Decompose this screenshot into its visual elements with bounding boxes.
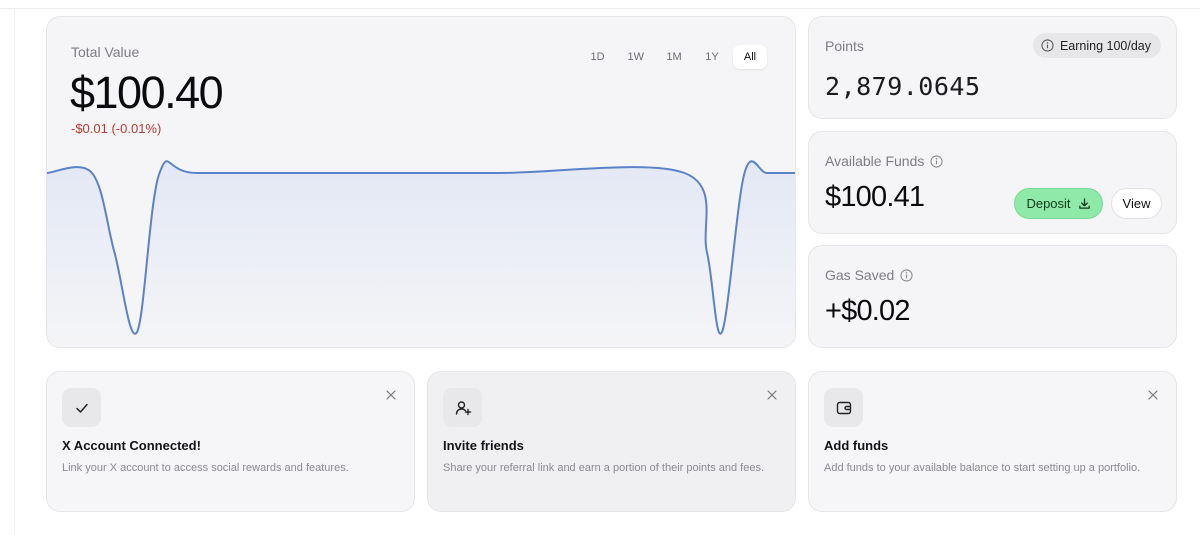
tile-description: Add funds to your available balance to s… <box>824 462 1141 474</box>
available-funds-value: $100.41 <box>825 181 925 213</box>
close-icon[interactable] <box>1146 388 1160 402</box>
tile-add-funds[interactable]: Add funds Add funds to your available ba… <box>808 371 1177 512</box>
left-divider <box>14 8 15 535</box>
tile-title: Add funds <box>824 438 889 453</box>
info-icon[interactable] <box>930 154 943 168</box>
available-funds-card: Available Funds $100.41 Deposit View <box>808 131 1177 234</box>
check-icon <box>62 388 101 427</box>
points-value: 2,879.0645 <box>825 72 981 101</box>
available-funds-header: Available Funds <box>825 153 943 169</box>
portfolio-chart <box>47 160 795 347</box>
close-icon[interactable] <box>765 388 779 402</box>
gas-saved-label: Gas Saved <box>825 267 895 283</box>
available-funds-label: Available Funds <box>825 153 925 169</box>
total-value-change: -$0.01 (-0.01%) <box>71 121 162 136</box>
points-card: Points Earning 100/day 2,879.0645 <box>808 16 1177 119</box>
deposit-button[interactable]: Deposit <box>1014 188 1103 219</box>
gas-saved-card: Gas Saved +$0.02 <box>808 245 1177 348</box>
chart-area-fill <box>47 161 795 347</box>
tile-invite-friends[interactable]: Invite friends Share your referral link … <box>427 371 796 512</box>
info-icon[interactable] <box>900 268 913 282</box>
total-value-amount: $100.40 <box>70 67 224 118</box>
range-tab-1m[interactable]: 1M <box>657 45 691 69</box>
total-value-card: Total Value $100.40 -$0.01 (-0.01%) 1D 1… <box>46 16 796 348</box>
earning-rate-badge: Earning 100/day <box>1032 33 1161 58</box>
time-range-tabs: 1D 1W 1M 1Y All <box>581 45 767 69</box>
points-label: Points <box>825 38 864 54</box>
range-tab-1d[interactable]: 1D <box>581 45 615 69</box>
tile-title: X Account Connected! <box>62 438 201 453</box>
tile-title: Invite friends <box>443 438 524 453</box>
wallet-icon <box>824 388 863 427</box>
range-tab-all[interactable]: All <box>733 45 767 69</box>
user-plus-icon <box>443 388 482 427</box>
range-tab-1y[interactable]: 1Y <box>695 45 729 69</box>
view-button[interactable]: View <box>1111 188 1162 219</box>
tile-x-account: X Account Connected! Link your X account… <box>46 371 415 512</box>
gas-saved-value: +$0.02 <box>825 295 911 327</box>
download-icon <box>1078 198 1090 209</box>
close-icon[interactable] <box>384 388 398 402</box>
info-icon <box>1041 39 1054 52</box>
top-divider <box>0 8 1200 9</box>
earning-rate-text: Earning 100/day <box>1059 38 1151 53</box>
tile-description: Share your referral link and earn a port… <box>443 462 765 474</box>
total-value-label: Total Value <box>71 44 140 60</box>
tile-description: Link your X account to access social rew… <box>62 462 349 474</box>
gas-saved-header: Gas Saved <box>825 267 913 283</box>
range-tab-1w[interactable]: 1W <box>619 45 654 69</box>
deposit-button-label: Deposit <box>1026 196 1071 211</box>
